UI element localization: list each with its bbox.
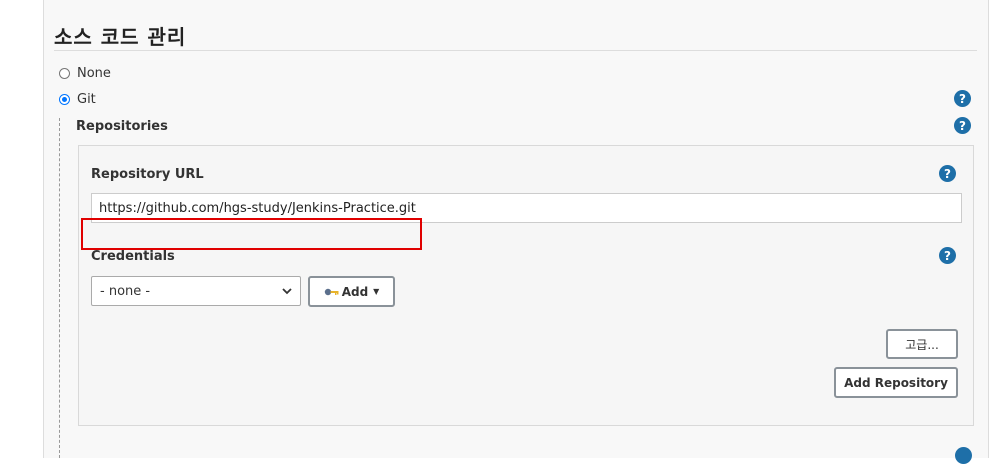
- section-divider: [54, 50, 977, 51]
- advanced-button-label: 고급...: [905, 337, 939, 352]
- repositories-label: Repositories: [76, 119, 168, 134]
- section-title: 소스 코드 관리: [54, 25, 187, 49]
- chevron-down-icon: [282, 284, 292, 298]
- repository-url-label: Repository URL: [91, 167, 204, 182]
- credentials-label: Credentials: [91, 249, 175, 264]
- key-icon: [324, 287, 339, 297]
- git-section-dashed-border: [59, 118, 60, 458]
- add-credentials-label: Add: [341, 284, 369, 299]
- repositories-help-icon[interactable]: ?: [954, 117, 971, 134]
- radio-none[interactable]: [59, 68, 70, 79]
- credentials-select[interactable]: - none -: [91, 276, 301, 306]
- credentials-help-icon[interactable]: ?: [939, 247, 956, 264]
- caret-down-icon: ▼: [373, 287, 380, 296]
- highlight-box: [81, 218, 422, 250]
- add-repository-button[interactable]: Add Repository: [834, 367, 958, 398]
- scm-option-none[interactable]: None: [59, 66, 111, 81]
- scm-option-none-label: None: [77, 66, 111, 81]
- credentials-selected-value: - none -: [100, 283, 151, 299]
- git-help-icon[interactable]: ?: [954, 90, 971, 107]
- add-repository-label: Add Repository: [844, 375, 948, 390]
- repository-url-help-icon[interactable]: ?: [939, 165, 956, 182]
- scm-option-git-label: Git: [77, 92, 96, 107]
- help-icon[interactable]: [955, 447, 972, 464]
- add-credentials-button[interactable]: Add ▼: [308, 276, 395, 307]
- advanced-button[interactable]: 고급...: [886, 329, 958, 359]
- repository-url-value: https://github.com/hgs-study/Jenkins-Pra…: [99, 200, 416, 216]
- radio-git[interactable]: [59, 94, 70, 105]
- scm-option-git[interactable]: Git: [59, 92, 96, 107]
